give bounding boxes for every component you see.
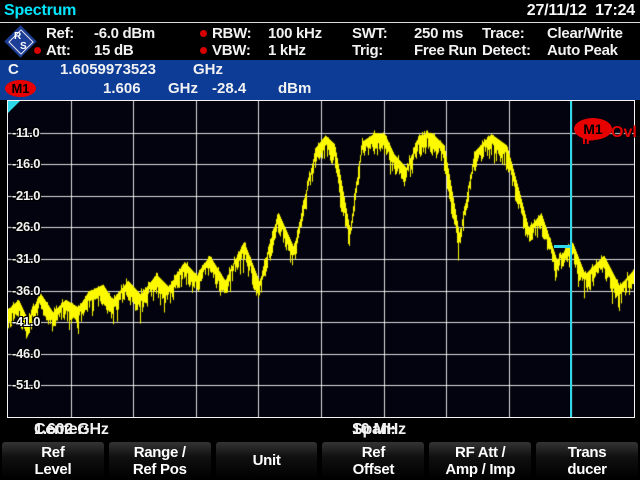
- softkey-label: Trans: [536, 444, 638, 461]
- softkey-label: Offset: [322, 461, 424, 478]
- date: 27/11/12: [527, 2, 587, 19]
- center-frequency-row: C 1.6059973523 GHz: [0, 60, 640, 79]
- softkey-label: Ref: [2, 444, 104, 461]
- ref-position-marker-icon: [8, 101, 20, 113]
- softkey-ref-level[interactable]: RefLevel: [2, 442, 104, 479]
- if-overload-indicator: Ovl: [611, 124, 637, 142]
- setting-value: -6.0 dBm: [94, 25, 155, 42]
- manual-setting-bullet-icon: [200, 30, 207, 37]
- settings-header: Ref: -6.0 dBm Att: 15 dB RBW: 100 kHz VBW: 1 kH…: [0, 23, 640, 61]
- setting-value: 1 kHz: [268, 42, 306, 59]
- setting-label: Detect:: [482, 42, 531, 59]
- setting-value: 250 ms: [414, 25, 463, 42]
- softkey-unit[interactable]: Unit: [216, 442, 318, 479]
- logo-letter-s: S: [20, 41, 27, 52]
- setting-label: Trig:: [352, 42, 383, 59]
- y-axis-tick-label: -36.0: [12, 283, 40, 298]
- m1-frequency: 1.606: [103, 79, 141, 98]
- softkey-menu: RefLevelRange /Ref PosUnitRefOffsetRF At…: [0, 441, 640, 480]
- setting-label: Ref:: [46, 25, 74, 42]
- y-axis-tick-label: -26.0: [12, 219, 40, 234]
- m1-level: -28.4: [212, 79, 246, 98]
- center-row-label: C: [8, 60, 19, 79]
- setting-label: RBW:: [212, 25, 251, 42]
- y-axis-tick-label: -31.0: [12, 251, 40, 266]
- softkey-label: Range /: [109, 444, 211, 461]
- softkey-label: Ref Pos: [109, 461, 211, 478]
- y-axis-tick-label: -51.0: [12, 377, 40, 392]
- setting-value: Auto Peak: [547, 42, 618, 59]
- marker-m1-row: M1 1.606 GHz -28.4 dBm: [0, 79, 640, 98]
- marker-readout-bar: C 1.6059973523 GHz M1 1.606 GHz -28.4 dB…: [0, 60, 640, 100]
- setting-value: 15 dB: [94, 42, 133, 59]
- softkey-label: Ref: [322, 444, 424, 461]
- marker-m1-graph-badge: M1: [574, 118, 612, 140]
- softkey-trans-ducer[interactable]: Transducer: [536, 442, 638, 479]
- setting-value: Clear/Write: [547, 25, 623, 42]
- y-axis-tick-label: -21.0: [12, 188, 40, 203]
- span-value: 10 MHz: [352, 420, 406, 440]
- y-axis-tick-label: -16.0: [12, 156, 40, 171]
- manual-setting-bullet-icon: [200, 47, 207, 54]
- softkey-label: ducer: [536, 461, 638, 478]
- softkey-label: Unit: [216, 452, 318, 469]
- setting-value: Free Run: [414, 42, 477, 59]
- center-row-unit: GHz: [193, 60, 223, 79]
- marker-m1-cross-icon[interactable]: [554, 245, 572, 248]
- frequency-info-bar: Center:1.602 GHz Span:10 MHz: [0, 418, 640, 440]
- spectrum-display: IF M1 Ovl -11.0-16.0-21.0-26.0-31.0-36.0…: [7, 100, 635, 418]
- setting-label: Att:: [46, 42, 71, 59]
- y-axis-tick-label: -41.0: [12, 314, 40, 329]
- m1-level-unit: dBm: [278, 79, 311, 98]
- softkey-label: Level: [2, 461, 104, 478]
- mode-title: Spectrum: [4, 2, 76, 20]
- spectrum-analyzer-screen: Spectrum 27/11/12 17:24 Ref: -6.0 dBm Att:…: [0, 0, 640, 480]
- softkey-range-ref-pos[interactable]: Range /Ref Pos: [109, 442, 211, 479]
- trace-canvas: [8, 101, 634, 417]
- setting-label: VBW:: [212, 42, 251, 59]
- softkey-label: Amp / Imp: [429, 461, 531, 478]
- setting-label: SWT:: [352, 25, 387, 42]
- center-row-value: 1.6059973523: [60, 60, 156, 79]
- marker-m1-line[interactable]: [570, 101, 572, 417]
- m1-frequency-unit: GHz: [168, 79, 198, 98]
- rohde-schwarz-logo-icon: R S: [3, 24, 39, 60]
- title-bar: Spectrum 27/11/12 17:24: [0, 0, 640, 23]
- datetime: 27/11/12 17:24: [527, 2, 635, 20]
- y-axis-tick-label: -11.0: [12, 125, 39, 140]
- softkey-label: RF Att /: [429, 444, 531, 461]
- softkey-ref-offset[interactable]: RefOffset: [322, 442, 424, 479]
- time: 17:24: [595, 2, 635, 19]
- softkey-rf-att-amp-imp[interactable]: RF Att /Amp / Imp: [429, 442, 531, 479]
- center-value: 1.602 GHz: [34, 420, 109, 440]
- y-axis-tick-label: -46.0: [12, 346, 40, 361]
- setting-value: 100 kHz: [268, 25, 322, 42]
- setting-label: Trace:: [482, 25, 524, 42]
- marker-m1-badge: M1: [5, 80, 36, 97]
